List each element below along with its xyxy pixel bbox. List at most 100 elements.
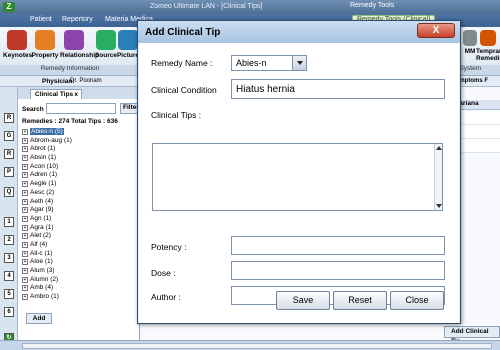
list-item[interactable]: + Ambro (1) [22,293,136,302]
keynotes-icon [7,30,27,50]
menu-patient[interactable]: Patient [30,16,52,23]
left-tool-button[interactable]: 4 [4,271,14,281]
physician-name: Dr. Poonam [70,78,102,84]
close-button[interactable]: Close [390,291,444,310]
expand-icon[interactable]: + [22,285,28,292]
chevron-down-icon[interactable] [292,56,306,70]
list-item[interactable]: + Absin (1) [22,154,136,163]
expand-icon[interactable]: + [22,163,28,170]
list-item[interactable]: + Agn (1) [22,215,136,224]
property-button[interactable]: Property [31,30,59,64]
left-tool-button[interactable]: R [4,149,14,159]
keynotes-button[interactable]: Keynotes [3,30,32,64]
potency-field[interactable] [231,236,445,255]
tab-close-icon[interactable]: x [74,90,78,99]
tab-label: Clinical Tips [35,91,74,98]
reset-button[interactable]: Reset [333,291,387,310]
list-item[interactable]: + Alumn (2) [22,276,136,285]
list-item[interactable]: + Agar (9) [22,206,136,215]
title-bar: Z Zomeo Ultimate LAN - [Clinical Tips] R… [0,0,500,14]
expand-icon[interactable]: + [22,155,28,162]
expand-icon[interactable]: + [22,198,28,205]
clinical-condition-field[interactable]: Hiatus hernia [231,79,445,99]
left-tool-button[interactable]: Q [4,187,14,197]
horizontal-scrollbar[interactable] [22,343,492,349]
left-tool-button[interactable]: 3 [4,253,14,263]
list-item[interactable]: + Alf (4) [22,241,136,250]
expand-icon[interactable]: + [22,146,28,153]
list-item[interactable]: + Adren (1) [22,171,136,180]
temperament-button[interactable]: Temprament Remedies [476,30,500,64]
left-tool-button[interactable]: 6 [4,307,14,317]
property-label: Property [31,52,59,59]
expand-icon[interactable]: + [22,137,28,144]
clinical-tips-panel: Clinical Tips x Search Filter Remedies :… [18,87,140,350]
menu-repertory[interactable]: Repertory [62,16,93,23]
expand-icon[interactable]: + [22,189,28,196]
temperament-icon [480,30,496,46]
potency-label: Potency : [151,242,187,252]
dialog-title-bar[interactable]: Add Clinical Tip X [138,21,460,43]
list-item[interactable]: + Aegle (1) [22,180,136,189]
tab-clinical-tips[interactable]: Clinical Tips x [30,89,82,99]
search-label: Search [22,106,44,113]
remedy-name-value: Abies-n [236,58,267,68]
left-tool-button[interactable]: P [4,167,14,177]
close-icon[interactable]: X [417,23,455,38]
list-item-label: Ambro (1) [30,293,59,301]
app-logo-icon[interactable]: Z [3,2,15,12]
ribbon-group-label: Remedy Information [0,65,140,75]
add-clinical-tip-button[interactable]: Add Clinical Tip [444,326,500,345]
list-item-label: Agra (1) [30,223,54,231]
left-tool-button[interactable]: 5 [4,289,14,299]
list-item[interactable]: + Aeth (4) [22,198,136,207]
save-button[interactable]: Save [276,291,330,310]
expand-icon[interactable]: + [22,250,28,257]
list-item[interactable]: + Abrom-aug (1) [22,137,136,146]
list-item[interactable]: + Alet (2) [22,232,136,241]
vertical-scrollbar[interactable] [434,144,442,210]
list-item[interactable]: + Aloe (1) [22,258,136,267]
list-item[interactable]: + All-c (1) [22,250,136,259]
list-item-label: Aesc (2) [30,188,55,196]
left-tool-button[interactable]: 2 [4,235,14,245]
list-item[interactable]: + Aesc (2) [22,189,136,198]
list-item[interactable]: + Abrot (1) [22,145,136,154]
list-item-label: Amb (4) [30,284,54,292]
list-item-label: Agar (9) [30,206,54,214]
expand-icon[interactable]: + [22,224,28,231]
left-tool-button[interactable]: R [4,113,14,123]
list-item[interactable]: + Acon (10) [22,163,136,172]
left-tool-button[interactable]: 1 [4,217,14,227]
left-toolbar: R G R P Q 1 2 3 4 5 6 ↻ [0,87,18,350]
search-input[interactable] [46,103,116,114]
expand-icon[interactable]: + [22,294,28,301]
expand-icon[interactable]: + [22,207,28,214]
scroll-up-icon[interactable] [436,146,442,150]
list-item[interactable]: + Abies-n (5) [22,128,136,137]
window-title: Zomeo Ultimate LAN - [Clinical Tips] [150,3,263,10]
expand-icon[interactable]: + [22,233,28,240]
remedy-name-select[interactable]: Abies-n [231,55,307,71]
expand-icon[interactable]: + [22,241,28,248]
left-tool-button[interactable]: G [4,131,14,141]
add-button[interactable]: Add [26,313,52,324]
list-item[interactable]: + Agra (1) [22,224,136,233]
list-item-label: Acon (10) [30,162,59,170]
list-item[interactable]: + Alum (3) [22,267,136,276]
context-tab-label[interactable]: Remedy Tools [350,2,394,9]
expand-icon[interactable]: + [22,181,28,188]
expand-icon[interactable]: + [22,276,28,283]
expand-icon[interactable]: + [22,259,28,266]
scroll-down-icon[interactable] [436,204,442,208]
expand-icon[interactable]: + [22,129,28,135]
expand-icon[interactable]: + [22,215,28,222]
expand-icon[interactable]: + [22,172,28,179]
clinical-tips-textarea[interactable] [152,143,443,211]
expand-icon[interactable]: + [22,268,28,274]
list-item-label: Alum (3) [30,267,55,274]
list-item[interactable]: + Amb (4) [22,284,136,293]
clinical-condition-value: Hiatus hernia [236,84,295,95]
relationship-button[interactable]: Relationship [60,30,99,64]
dose-field[interactable] [231,261,445,280]
